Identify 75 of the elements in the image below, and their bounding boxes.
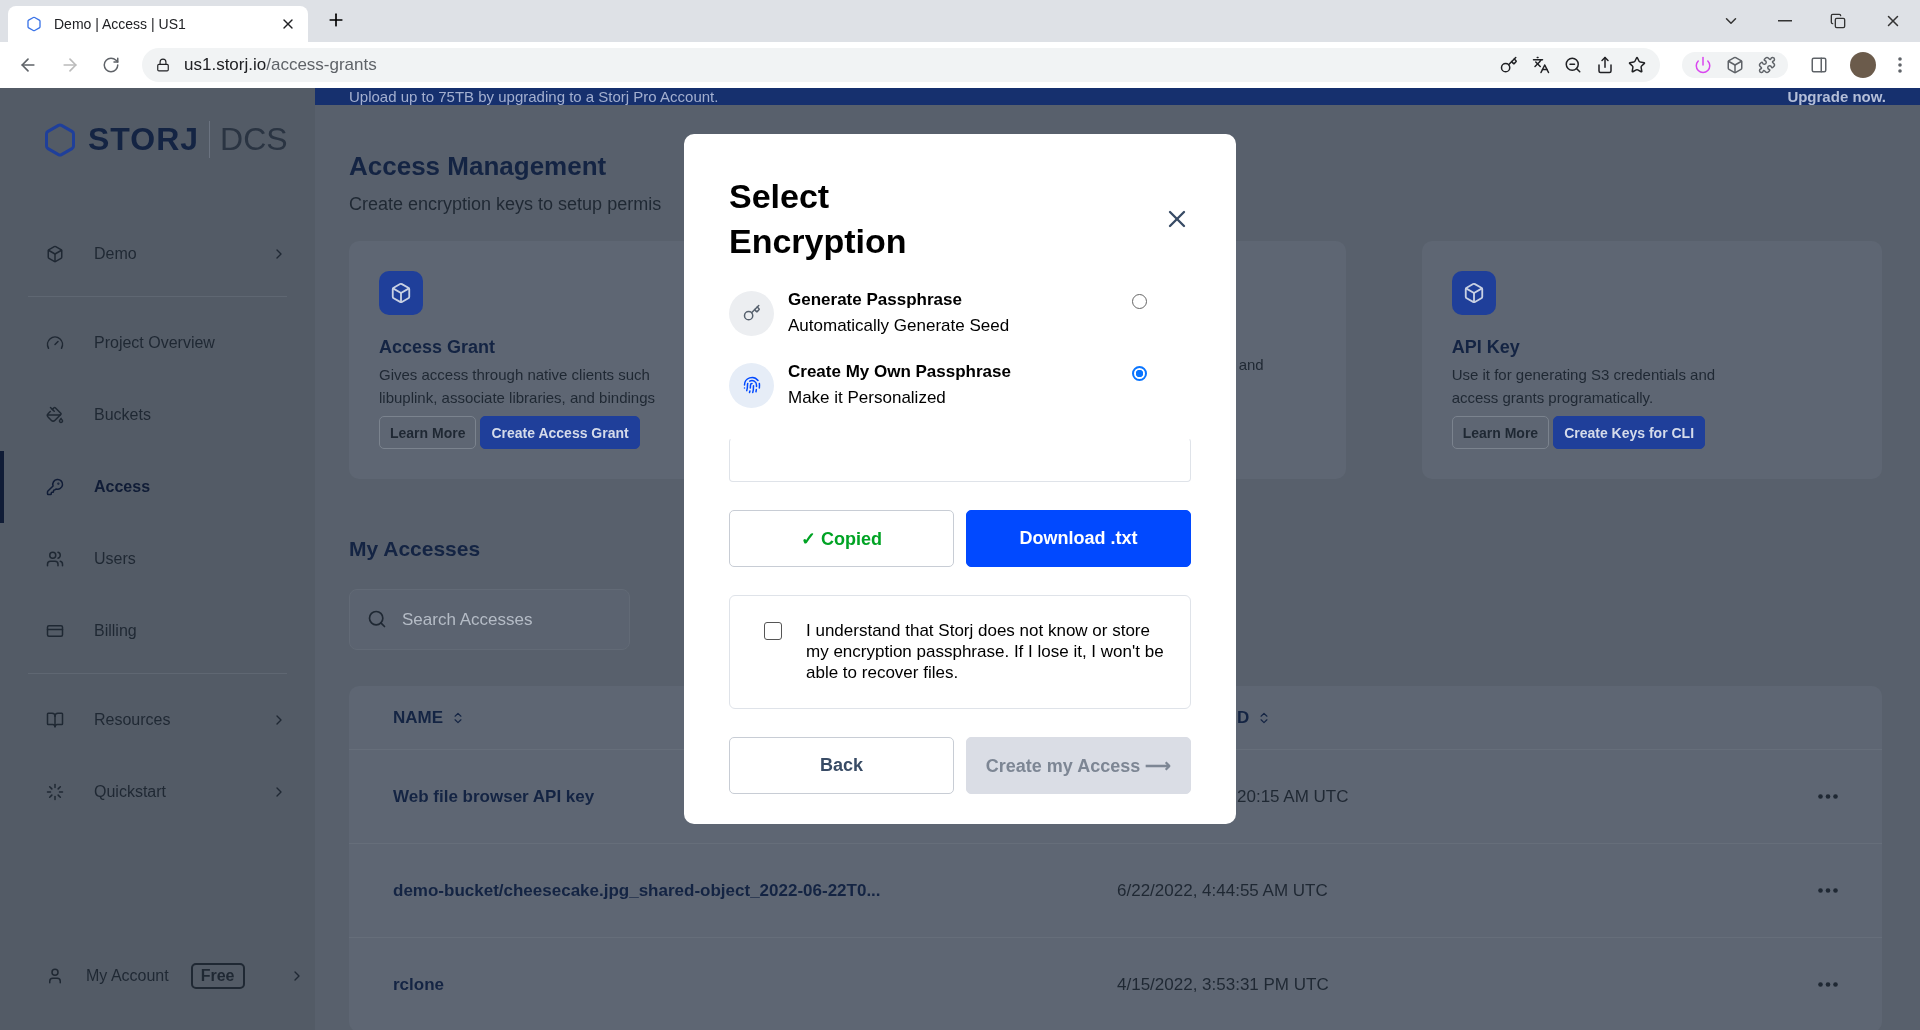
- browser-tab[interactable]: Demo | Access | US1: [8, 6, 308, 42]
- cube-icon: [46, 245, 64, 263]
- user-icon: [46, 967, 64, 985]
- back-button[interactable]: Back: [729, 737, 954, 794]
- option-subtitle: Automatically Generate Seed: [788, 316, 1011, 336]
- more-icon[interactable]: [1818, 982, 1838, 987]
- key-icon: [729, 290, 774, 336]
- fingerprint-icon: [729, 362, 774, 408]
- avatar[interactable]: [1850, 52, 1876, 78]
- card-logo-icon: [379, 271, 423, 315]
- bucket-icon: [46, 406, 64, 424]
- learn-more-button[interactable]: Learn More: [379, 416, 477, 449]
- copied-button[interactable]: ✓ Copied: [729, 510, 954, 567]
- more-icon[interactable]: [1898, 57, 1902, 73]
- access-name: demo-bucket/cheesecake.jpg_shared-object_2022-06-22T0...: [393, 880, 882, 901]
- access-name: rclone: [393, 974, 446, 995]
- translate-icon: [1532, 56, 1550, 74]
- create-button[interactable]: Create Keys for CLI: [1553, 416, 1706, 449]
- access-name: Web file browser API key: [393, 786, 596, 807]
- page-subtitle: Create encryption keys to setup permis: [349, 194, 662, 215]
- minimize-icon[interactable]: [1778, 20, 1792, 22]
- zoom-out-icon: [1564, 56, 1582, 74]
- key-icon: [46, 478, 64, 496]
- gauge-icon: [46, 334, 64, 352]
- url-text: us1.storj.io/access-grants: [184, 55, 377, 75]
- users-icon: [46, 550, 64, 568]
- logo-icon: [42, 121, 78, 158]
- option-title: Create My Own Passphrase: [788, 362, 1012, 382]
- more-icon[interactable]: [1818, 888, 1838, 893]
- banner-text: Upload up to 75TB by upgrading to a Storj Pro Account.: [349, 88, 720, 105]
- option-subtitle: Make it Personalized: [788, 388, 947, 408]
- radio-button[interactable]: [1132, 366, 1147, 381]
- sidebar-item[interactable]: Access: [0, 451, 315, 523]
- logo-text: STORJ: [88, 121, 200, 158]
- book-icon: [46, 711, 64, 729]
- restore-icon: [1830, 13, 1846, 29]
- search-icon: [367, 609, 387, 629]
- share-icon: [1596, 56, 1614, 74]
- column-header[interactable]: D: [1237, 707, 1738, 728]
- radio-button[interactable]: [1132, 294, 1147, 309]
- access-date: 4/15/2022, 3:53:31 PM UTC: [1117, 974, 1330, 995]
- card-description: Use it for generating S3 credentials and access grants programatically.: [1451, 365, 1717, 408]
- option-title: Generate Passphrase: [788, 290, 963, 310]
- card-title: Access Grant: [379, 337, 497, 358]
- search-field[interactable]: Search Accesses: [349, 589, 630, 650]
- reload-icon: [102, 56, 120, 74]
- extension-icon: [1726, 56, 1744, 74]
- credit-card-icon: [46, 622, 64, 640]
- passphrase-field[interactable]: [729, 438, 1191, 482]
- puzzle-icon: [1758, 56, 1776, 74]
- more-icon[interactable]: [1818, 794, 1838, 799]
- acknowledge-text: I understand that Storj does not know or store my encryption passphrase. If I lose it, I won't be able to recover files.: [806, 620, 1165, 684]
- download-button[interactable]: Download .txt: [966, 510, 1191, 567]
- create-button[interactable]: Create Access Grant: [480, 416, 640, 449]
- upgrade-link[interactable]: Upgrade now.: [1787, 88, 1886, 105]
- side-panel-icon: [1810, 56, 1828, 74]
- page-title: Access Management: [349, 151, 608, 182]
- address-bar[interactable]: us1.storj.io/access-grants: [142, 48, 1660, 82]
- checkbox[interactable]: [764, 622, 782, 640]
- learn-more-button[interactable]: Learn More: [1451, 416, 1550, 449]
- section-title: My Accesses: [349, 537, 481, 561]
- spinner-icon: [46, 783, 64, 801]
- access-date: 6/22/2022, 4:44:55 AM UTC: [1117, 880, 1329, 901]
- lock-icon: [156, 58, 170, 72]
- power-icon: [1694, 56, 1712, 74]
- card-description: Gives access through native clients such libuplink, associate libraries, and bindings: [379, 365, 656, 408]
- access-date: 20:15 AM UTC: [1237, 786, 1350, 807]
- hexagon-icon: [26, 16, 42, 32]
- column-header[interactable]: NAME: [393, 707, 1117, 728]
- star-icon: [1628, 56, 1646, 74]
- card-title: API Key: [1451, 337, 1521, 358]
- card-description: and: [1238, 356, 1264, 373]
- card-logo-icon: [1451, 271, 1496, 315]
- key-icon: [1500, 56, 1518, 74]
- dialog-title: Select Encryption: [729, 176, 908, 262]
